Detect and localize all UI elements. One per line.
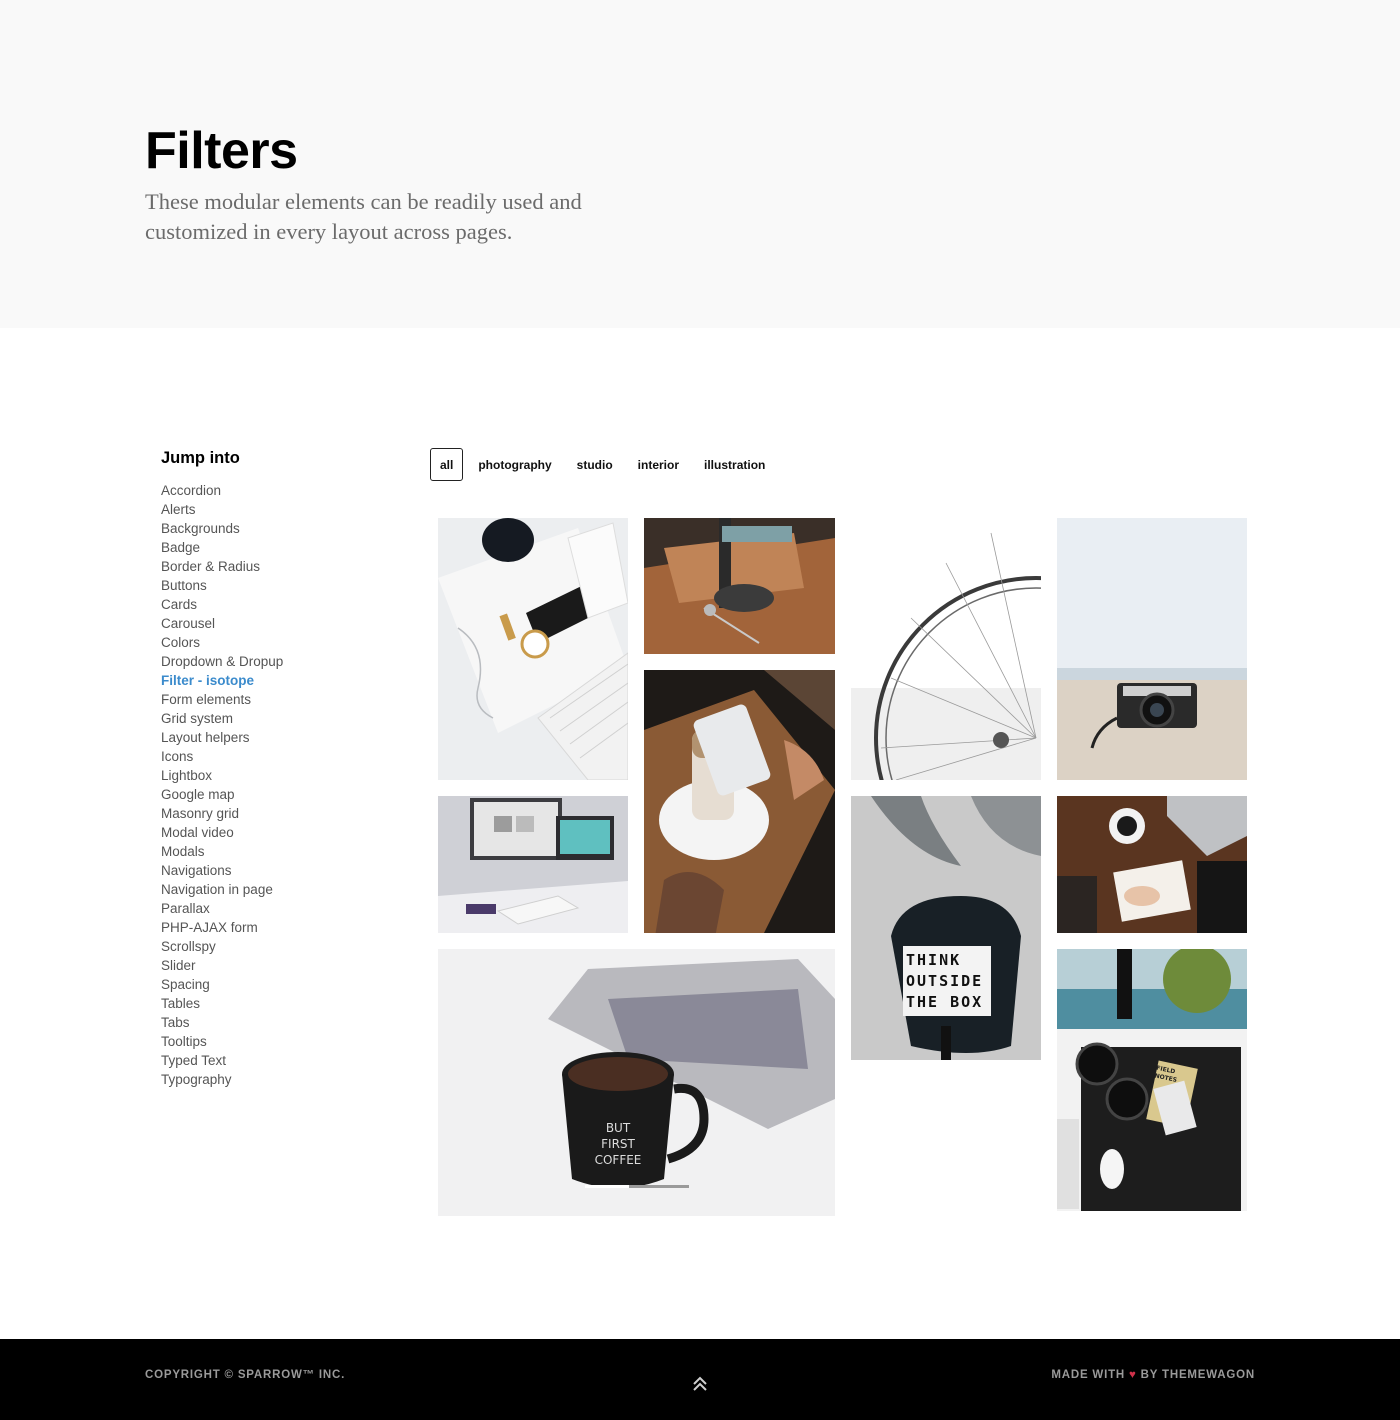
copyright-text: COPYRIGHT © SPARROW™ INC.: [145, 1369, 346, 1381]
site-footer: COPYRIGHT © SPARROW™ INC. MADE WITH ♥ BY…: [0, 1339, 1400, 1420]
photo-notebook-desk[interactable]: [1057, 796, 1247, 933]
sidebar-item-modals[interactable]: Modals: [161, 842, 381, 861]
sidebar-item-php-ajax-form[interactable]: PHP-AJAX form: [161, 918, 381, 937]
sidebar-heading: Jump into: [161, 449, 240, 467]
sidebar-item-typed-text[interactable]: Typed Text: [161, 1051, 381, 1070]
photo-watch-keyboard[interactable]: [438, 518, 628, 780]
sidebar-item-lightbox[interactable]: Lightbox: [161, 766, 381, 785]
sidebar-item-badge[interactable]: Badge: [161, 538, 381, 557]
photo-caption-coffee: BUT FIRST COFFEE: [594, 1121, 642, 1167]
sidebar-item-form-elements[interactable]: Form elements: [161, 690, 381, 709]
sidebar-item-grid-system[interactable]: Grid system: [161, 709, 381, 728]
sidebar-item-buttons[interactable]: Buttons: [161, 576, 381, 595]
sidebar-item-backgrounds[interactable]: Backgrounds: [161, 519, 381, 538]
sidebar-item-scrollspy[interactable]: Scrollspy: [161, 937, 381, 956]
photo-think-outside-the-box[interactable]: [851, 796, 1041, 1060]
heart-icon: ♥: [1129, 1369, 1137, 1381]
sidebar-item-navigations[interactable]: Navigations: [161, 861, 381, 880]
double-chevron-up-icon[interactable]: [691, 1375, 709, 1393]
sidebar-item-spacing[interactable]: Spacing: [161, 975, 381, 994]
photo-caption-think: THINK OUTSIDE THE BOX: [906, 951, 984, 1011]
photo-leather-desk-tools[interactable]: [644, 518, 835, 654]
page-header: Filters These modular elements can be re…: [0, 0, 1400, 328]
page-title: Filters: [145, 122, 298, 180]
filter-tab-interior[interactable]: interior: [625, 448, 692, 481]
photo-camera-beach[interactable]: [1057, 518, 1247, 780]
filter-tab-all[interactable]: all: [430, 448, 464, 481]
sidebar-item-tabs[interactable]: Tabs: [161, 1013, 381, 1032]
sidebar-item-tables[interactable]: Tables: [161, 994, 381, 1013]
filter-tab-photography[interactable]: photography: [465, 448, 564, 481]
filter-tabs: all photography studio interior illustration: [430, 448, 777, 481]
sidebar-item-carousel[interactable]: Carousel: [161, 614, 381, 633]
photo-ferris-wheel[interactable]: [851, 518, 1041, 780]
sidebar-item-layout-helpers[interactable]: Layout helpers: [161, 728, 381, 747]
sidebar-item-icons[interactable]: Icons: [161, 747, 381, 766]
photo-coffee-phone[interactable]: [644, 670, 835, 933]
sidebar-item-cards[interactable]: Cards: [161, 595, 381, 614]
sidebar-item-google-map[interactable]: Google map: [161, 785, 381, 804]
themewagon-link[interactable]: BY THEMEWAGON: [1141, 1369, 1255, 1381]
sidebar-item-filter-isotope[interactable]: Filter - isotope: [161, 671, 381, 690]
filter-tab-illustration[interactable]: illustration: [691, 448, 778, 481]
sidebar-item-colors[interactable]: Colors: [161, 633, 381, 652]
sidebar-item-alerts[interactable]: Alerts: [161, 500, 381, 519]
sidebar-item-accordion[interactable]: Accordion: [161, 481, 381, 500]
sidebar-item-dropdown-dropup[interactable]: Dropdown & Dropup: [161, 652, 381, 671]
photo-coffee-mug-laptop[interactable]: [438, 949, 835, 1216]
jump-into-sidebar: Jump into Accordion Alerts Backgrounds Badg…: [161, 446, 381, 1089]
sidebar-item-slider[interactable]: Slider: [161, 956, 381, 975]
sidebar-item-typography[interactable]: Typography: [161, 1070, 381, 1089]
sidebar-item-parallax[interactable]: Parallax: [161, 899, 381, 918]
page-subtitle: These modular elements can be readily us…: [145, 189, 582, 244]
sidebar-item-modal-video[interactable]: Modal video: [161, 823, 381, 842]
sidebar-item-border-radius[interactable]: Border & Radius: [161, 557, 381, 576]
filter-tab-studio[interactable]: studio: [564, 448, 626, 481]
sidebar-item-masonry-grid[interactable]: Masonry grid: [161, 804, 381, 823]
photo-headphones-desk[interactable]: [1057, 949, 1247, 1211]
photo-imac-workspace[interactable]: [438, 796, 628, 933]
sidebar-item-tooltips[interactable]: Tooltips: [161, 1032, 381, 1051]
sidebar-item-navigation-in-page[interactable]: Navigation in page: [161, 880, 381, 899]
made-with-prefix: MADE WITH: [1051, 1369, 1126, 1381]
made-with-credit: MADE WITH ♥ BY THEMEWAGON: [1051, 1369, 1255, 1381]
sidebar-list: Accordion Alerts Backgrounds Badge Border & …: [161, 481, 381, 1089]
